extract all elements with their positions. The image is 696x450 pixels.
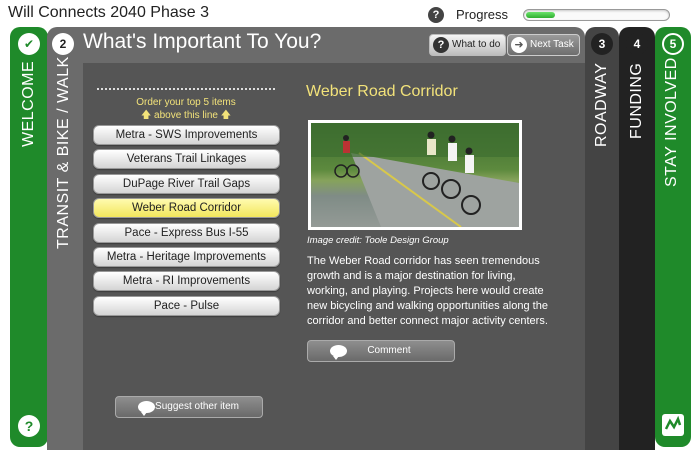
detail-description: The Weber Road corridor has seen tremend… (307, 255, 548, 327)
cyclists-image (311, 123, 519, 227)
comment-bubble-icon (138, 401, 155, 416)
progress-indicator: ? Progress (428, 7, 670, 23)
tab-roadway-label: ROADWAY (593, 62, 610, 147)
tab-number-badge: 4 (626, 33, 648, 55)
tab-transit-label: TRANSIT & BIKE / WALK (55, 56, 72, 249)
tab-number-badge: 3 (591, 33, 613, 55)
arrow-right-icon: ➜ (511, 37, 527, 53)
rank-item[interactable]: Pace - Pulse (93, 295, 280, 316)
engage-logo-icon[interactable] (661, 413, 685, 437)
instruction-line-1: Order your top 5 items (136, 97, 236, 108)
tab-welcome-label: WELCOME (20, 60, 37, 147)
tab-roadway[interactable]: 3 ROADWAY (585, 27, 619, 450)
page-title: What's Important To You? (83, 30, 322, 53)
main-panel: What's Important To You? ? What to do ➜ … (83, 27, 585, 450)
what-to-do-button[interactable]: ? What to do (429, 34, 507, 56)
tab-funding-label: FUNDING (628, 62, 645, 139)
next-task-button[interactable]: ➜ Next Task (507, 34, 580, 56)
tab-funding[interactable]: 4 FUNDING (619, 27, 655, 450)
comment-bubble-icon (330, 345, 347, 360)
progress-fill (526, 12, 555, 18)
corridor-photo (308, 120, 522, 230)
tab-number-badge: 5 (662, 33, 684, 55)
tab-welcome[interactable]: ✔ WELCOME ? (10, 27, 48, 447)
help-icon[interactable]: ? (18, 415, 40, 437)
help-icon[interactable]: ? (428, 7, 444, 23)
suggest-label: Suggest other item (155, 401, 239, 412)
rank-item[interactable]: Metra - SWS Improvements (93, 125, 280, 145)
arrow-up-icon: 🡅 (140, 110, 152, 121)
progress-label: Progress (456, 7, 509, 22)
tab-stay-involved[interactable]: 5 STAY INVOLVED (655, 27, 691, 447)
instruction-line-2-wrap: 🡅 above this line 🡅 (97, 109, 275, 122)
rank-item[interactable]: Metra - Heritage Improvements (93, 247, 280, 267)
arrow-up-icon: 🡅 (220, 110, 232, 121)
rank-instructions: Order your top 5 items 🡅 above this line… (97, 96, 275, 122)
comment-button[interactable]: Comment (307, 340, 455, 362)
instruction-line-2: above this line (154, 110, 218, 121)
help-icon: ? (433, 37, 449, 53)
rank-item[interactable]: DuPage River Trail Gaps (93, 173, 280, 194)
progress-bar (523, 9, 670, 21)
checkmark-icon: ✔ (18, 33, 40, 55)
tab-number-badge: 2 (52, 33, 74, 55)
image-credit: Image credit: Toole Design Group (307, 235, 449, 246)
rank-item[interactable]: Veterans Trail Linkages (93, 149, 280, 170)
rank-item[interactable]: Metra - RI Improvements (93, 271, 280, 292)
comment-label: Comment (367, 345, 411, 356)
next-task-label: Next Task (530, 39, 574, 50)
rank-item[interactable]: Pace - Express Bus I-55 (93, 222, 280, 243)
detail-title: Weber Road Corridor (306, 83, 458, 100)
app-title: Will Connects 2040 Phase 3 (8, 4, 209, 21)
content-area: Order your top 5 items 🡅 above this line… (83, 63, 585, 450)
rank-cutoff-line (97, 88, 275, 90)
tab-transit-bike-walk[interactable]: 2 TRANSIT & BIKE / WALK (47, 27, 83, 450)
suggest-other-item-button[interactable]: Suggest other item (115, 396, 263, 418)
tab-stay-involved-label: STAY INVOLVED (663, 57, 680, 187)
rank-item[interactable]: Weber Road Corridor (93, 198, 280, 219)
what-to-do-label: What to do (452, 39, 501, 50)
